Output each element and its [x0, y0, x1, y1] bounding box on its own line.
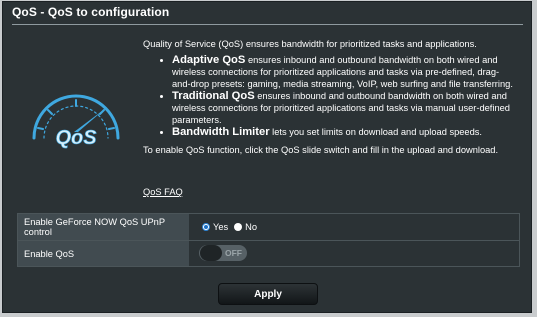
no-radio-label: No: [245, 222, 258, 232]
toggle-knob: [200, 245, 222, 261]
qos-faq-link[interactable]: QoS FAQ: [143, 187, 183, 197]
qos-panel: QoS - QoS to configuration QoS Quality o…: [2, 1, 532, 313]
geforce-qos-radio-group: Yes No: [202, 222, 257, 232]
qos-description: Quality of Service (QoS) ensures bandwid…: [143, 38, 513, 156]
apply-button[interactable]: Apply: [218, 283, 318, 305]
description-instruction: To enable QoS function, click the QoS sl…: [143, 145, 499, 155]
list-item-bandwidth-limiter: Bandwidth Limiter lets you set limits on…: [172, 126, 513, 138]
enable-qos-toggle[interactable]: OFF: [199, 245, 247, 261]
list-item-traditional-qos: Traditional QoS ensures inbound and outb…: [172, 90, 513, 126]
qos-speedometer-logo: QoS: [32, 94, 120, 149]
settings-table: Enable GeForce NOW QoS UPnP control Yes …: [17, 213, 520, 267]
logo-text: QoS: [55, 127, 97, 149]
yes-radio-button[interactable]: [202, 223, 210, 231]
page-title: QoS - QoS to configuration: [12, 5, 170, 19]
enable-qos-label: Enable QoS: [18, 241, 189, 266]
no-radio-button[interactable]: [234, 223, 243, 231]
enable-qos-row: Enable QoS OFF: [18, 241, 519, 266]
yes-radio-label: Yes: [213, 222, 229, 232]
geforce-qos-label: Enable GeForce NOW QoS UPnP control: [18, 214, 189, 240]
geforce-qos-row: Enable GeForce NOW QoS UPnP control Yes …: [18, 214, 519, 241]
toggle-state-text: OFF: [225, 248, 242, 258]
title-divider: [12, 24, 523, 25]
description-intro: Quality of Service (QoS) ensures bandwid…: [143, 39, 477, 49]
geforce-qos-yes-option[interactable]: Yes: [202, 222, 228, 232]
geforce-qos-no-option[interactable]: No: [234, 222, 257, 232]
qos-type-list: Adaptive QoS ensures inbound and outboun…: [143, 54, 513, 138]
list-item-adaptive-qos: Adaptive QoS ensures inbound and outboun…: [172, 54, 513, 90]
